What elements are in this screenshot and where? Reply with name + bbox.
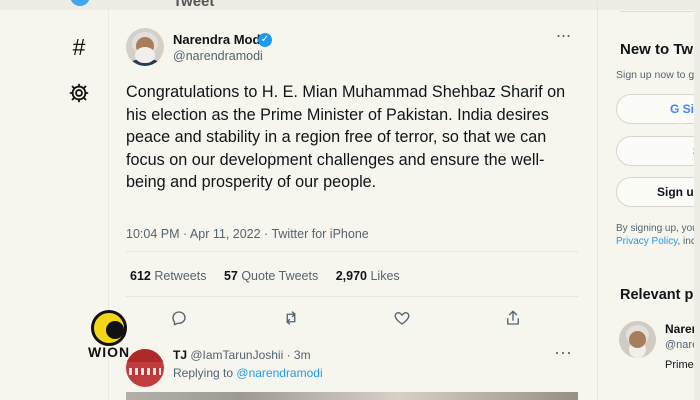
top-browser-edge bbox=[0, 0, 700, 10]
gear-icon bbox=[69, 83, 89, 103]
author-name[interactable]: Narendra Modi bbox=[173, 32, 264, 47]
wion-brand-text: WION bbox=[88, 344, 131, 360]
phone-email-signup-button[interactable]: Sign up bbox=[616, 177, 700, 207]
like-count[interactable]: 2,970 Likes bbox=[336, 269, 400, 283]
reply-author-line[interactable]: TJ @IamTarunJoshii · 3m bbox=[173, 348, 311, 362]
author-handle[interactable]: @narendramodi bbox=[173, 49, 263, 63]
wion-watermark: WION bbox=[88, 310, 130, 360]
reply-icon[interactable] bbox=[170, 309, 190, 329]
verified-badge-icon: ✓ bbox=[258, 33, 272, 47]
like-label: Likes bbox=[370, 269, 400, 283]
signup-terms: By signing up, you Privacy Policy, incl bbox=[616, 222, 698, 248]
relevant-person-bio: Prime bbox=[665, 359, 694, 371]
reply-author-avatar[interactable] bbox=[126, 349, 164, 387]
reply-time: · 3m bbox=[286, 348, 311, 362]
relevant-person-avatar[interactable] bbox=[619, 321, 656, 358]
tweet-text: Congratulations to H. E. Mian Muhammad S… bbox=[126, 83, 566, 191]
replying-to-line: Replying to @narendramodi bbox=[173, 366, 323, 380]
signup-subtitle: Sign up now to get bbox=[616, 69, 700, 81]
reply-media-preview-strip[interactable] bbox=[126, 392, 578, 400]
privacy-policy-link[interactable]: Privacy Policy bbox=[616, 236, 678, 247]
apple-signup-button[interactable]: S bbox=[616, 136, 700, 166]
narendra-modi-avatar[interactable] bbox=[126, 28, 164, 66]
quote-tweet-value: 57 bbox=[223, 269, 238, 283]
retweet-count[interactable]: 612 Retweets bbox=[130, 269, 206, 283]
google-signup-button[interactable]: G Si bbox=[616, 94, 700, 124]
tweet-divider-top bbox=[126, 251, 578, 252]
left-navigation: # bbox=[60, 32, 100, 122]
reply-author-handle: @IamTarunJoshii bbox=[190, 348, 284, 362]
avatar-beard bbox=[135, 47, 155, 63]
google-signup-label: G Si bbox=[670, 102, 695, 116]
tweet-stats: 612 Retweets 57 Quote Tweets 2,970 Likes bbox=[130, 269, 414, 283]
reply-more-options-icon[interactable]: ··· bbox=[549, 343, 577, 364]
replying-to-link[interactable]: @narendramodi bbox=[236, 366, 322, 380]
tweet-divider-bottom bbox=[126, 296, 578, 297]
right-rail-scrollbar[interactable] bbox=[694, 0, 700, 400]
wion-logo-dot bbox=[106, 321, 124, 339]
tweet-actions bbox=[170, 309, 530, 329]
settings-icon[interactable] bbox=[64, 78, 94, 108]
retweet-value: 612 bbox=[130, 269, 151, 283]
retweet-icon[interactable] bbox=[282, 309, 302, 329]
more-options-icon[interactable]: ··· bbox=[549, 26, 577, 47]
right-sidebar: New to Twi Sign up now to get G Si S Sig… bbox=[598, 0, 700, 400]
reply-author-name: TJ bbox=[173, 348, 188, 362]
like-icon[interactable] bbox=[393, 309, 413, 329]
explore-hashtag-icon[interactable]: # bbox=[64, 32, 94, 62]
relevant-people-title: Relevant p bbox=[620, 287, 694, 303]
top-title-fragment: Tweet bbox=[173, 0, 215, 10]
terms-prefix: By signing up, you bbox=[616, 223, 698, 234]
share-icon[interactable] bbox=[504, 309, 524, 329]
quote-tweet-label: Quote Tweets bbox=[241, 269, 319, 283]
retweet-label: Retweets bbox=[154, 269, 207, 283]
replying-prefix: Replying to bbox=[173, 366, 234, 380]
tweet-timestamp[interactable]: 10:04 PM · Apr 11, 2022 · Twitter for iP… bbox=[126, 227, 369, 241]
wion-logo-icon bbox=[91, 310, 127, 346]
quote-tweet-count[interactable]: 57 Quote Tweets bbox=[224, 269, 318, 283]
like-value: 2,970 bbox=[335, 269, 367, 283]
signup-title: New to Twi bbox=[620, 41, 698, 58]
